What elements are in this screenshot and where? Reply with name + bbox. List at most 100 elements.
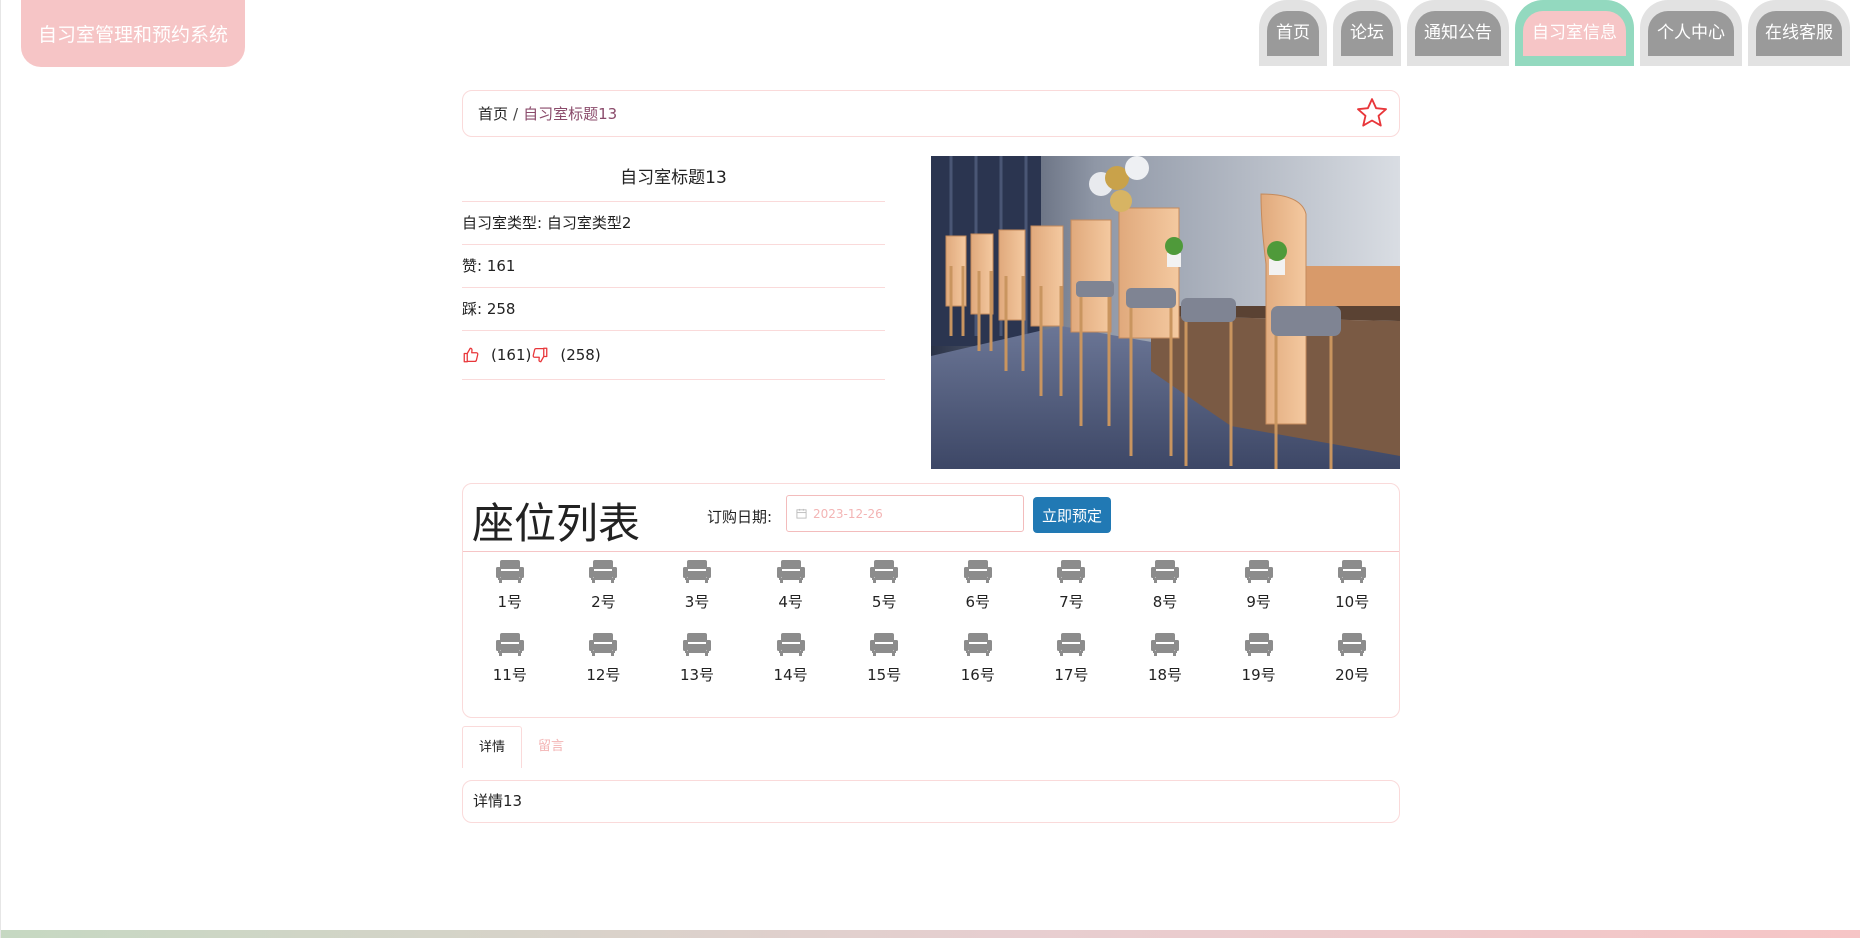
seat-label: 2号 [591,593,616,611]
seat-label: 14号 [773,666,808,684]
seat-item[interactable]: 18号 [1118,631,1212,685]
star-outline-icon[interactable] [1355,96,1389,134]
vote-bar: (161) (258) [462,331,885,380]
footer-gradient-bar [1,930,1860,938]
breadcrumb-current: 自习室标题13 [523,105,618,123]
order-date-label: 订购日期: [707,508,773,526]
seat-label: 1号 [497,593,523,611]
armchair-icon [682,631,712,657]
seat-item[interactable]: 6号 [931,558,1025,612]
armchair-icon [1056,631,1086,657]
seat-item[interactable]: 4号 [744,558,838,612]
armchair-icon [1150,631,1180,657]
armchair-icon [682,558,712,584]
calendar-icon [796,504,807,523]
seat-item[interactable]: 12号 [557,631,651,685]
seat-item[interactable]: 1号 [463,558,557,612]
seat-item[interactable]: 20号 [1305,631,1399,685]
nav-announcements[interactable]: 通知公告 [1407,0,1509,66]
seat-panel: 座位列表 订购日期: 2023-12-26 立即预定 1号 2号 3号 4号 5号 6号 7… [462,483,1400,718]
armchair-icon [963,558,993,584]
room-info: 自习室标题13 自习室类型: 自习室类型2 赞: 161 踩: 258 (161… [462,157,885,380]
seat-item[interactable]: 16号 [931,631,1025,685]
seat-label: 6号 [965,593,991,611]
nav-study-room-info-label: 自习室信息 [1523,11,1626,56]
book-now-button[interactable]: 立即预定 [1033,497,1111,533]
armchair-icon [1337,558,1367,584]
armchair-icon [869,558,899,584]
armchair-icon [1056,558,1086,584]
thumbs-up-icon [462,346,480,364]
detail-tabs: 详情 留言 [462,726,580,768]
like-button[interactable]: (161) [462,346,531,364]
seat-item[interactable]: 19号 [1212,631,1306,685]
seat-item[interactable]: 7号 [1025,558,1119,612]
seat-label: 12号 [586,666,621,684]
dislike-count: (258) [560,346,601,364]
nav-announcements-label: 通知公告 [1415,11,1501,56]
dislike-button[interactable]: (258) [531,346,601,364]
seat-label: 13号 [679,666,715,684]
order-date-placeholder: 2023-12-26 [813,506,883,521]
armchair-icon [963,631,993,657]
tab-comments[interactable]: 留言 [522,726,580,768]
seat-grid: 1号 2号 3号 4号 5号 6号 7号 8号 9号 10号 11号 12号 13号 14号 15号 16号 1… [463,558,1399,685]
seat-item[interactable]: 13号 [650,631,744,685]
seat-item[interactable]: 5号 [837,558,931,612]
seat-label: 17号 [1054,666,1089,684]
seat-item[interactable]: 10号 [1305,558,1399,612]
seat-item[interactable]: 14号 [744,631,838,685]
nav-study-room-info[interactable]: 自习室信息 [1515,0,1634,66]
like-count: (161) [491,346,532,364]
seat-label: 18号 [1147,666,1183,684]
seat-label: 9号 [1246,593,1271,611]
breadcrumb: 首页 / 自习室标题13 [462,90,1400,137]
site-brand[interactable]: 自习室管理和预约系统 [21,0,245,67]
seat-label: 8号 [1152,593,1178,611]
room-dislikes: 踩: 258 [462,288,885,331]
seat-item[interactable]: 2号 [557,558,651,612]
seat-item[interactable]: 15号 [837,631,931,685]
seat-label: 16号 [960,666,995,684]
seat-list-title: 座位列表 [472,499,641,548]
room-type: 自习室类型: 自习室类型2 [462,202,885,245]
armchair-icon [1150,558,1180,584]
tab-details[interactable]: 详情 [462,726,523,768]
order-date-input[interactable]: 2023-12-26 [786,495,1024,532]
nav-forum-label: 论坛 [1341,11,1393,56]
seat-label: 10号 [1335,593,1370,611]
breadcrumb-separator: / [513,104,519,123]
seat-item[interactable]: 9号 [1212,558,1306,612]
armchair-icon [588,631,618,657]
armchair-icon [1244,558,1274,584]
nav-online-service[interactable]: 在线客服 [1748,0,1850,66]
armchair-icon [869,631,899,657]
seat-item[interactable]: 8号 [1118,558,1212,612]
seat-label: 5号 [871,593,897,611]
seat-item[interactable]: 3号 [650,558,744,612]
seat-label: 7号 [1059,593,1084,611]
thumbs-down-icon [531,346,549,364]
room-likes: 赞: 161 [462,245,885,288]
nav-online-service-label: 在线客服 [1756,11,1842,56]
detail-content: 详情13 [462,780,1400,823]
room-title: 自习室标题13 [462,157,885,202]
room-photo [931,156,1400,469]
breadcrumb-home-link[interactable]: 首页 [478,103,508,124]
seat-label: 3号 [684,593,710,611]
nav-personal-center[interactable]: 个人中心 [1640,0,1742,66]
seat-panel-header: 座位列表 订购日期: 2023-12-26 立即预定 [463,484,1399,552]
armchair-icon [1244,631,1274,657]
nav-personal-center-label: 个人中心 [1648,11,1734,56]
seat-label: 20号 [1335,666,1370,684]
nav-home[interactable]: 首页 [1259,0,1327,66]
armchair-icon [495,631,525,657]
main-nav: 首页 论坛 通知公告 自习室信息 个人中心 在线客服 [1259,0,1850,66]
seat-label: 15号 [867,666,902,684]
seat-label: 19号 [1241,666,1276,684]
nav-forum[interactable]: 论坛 [1333,0,1401,66]
armchair-icon [588,558,618,584]
seat-item[interactable]: 11号 [463,631,557,685]
armchair-icon [776,631,806,657]
seat-item[interactable]: 17号 [1025,631,1119,685]
